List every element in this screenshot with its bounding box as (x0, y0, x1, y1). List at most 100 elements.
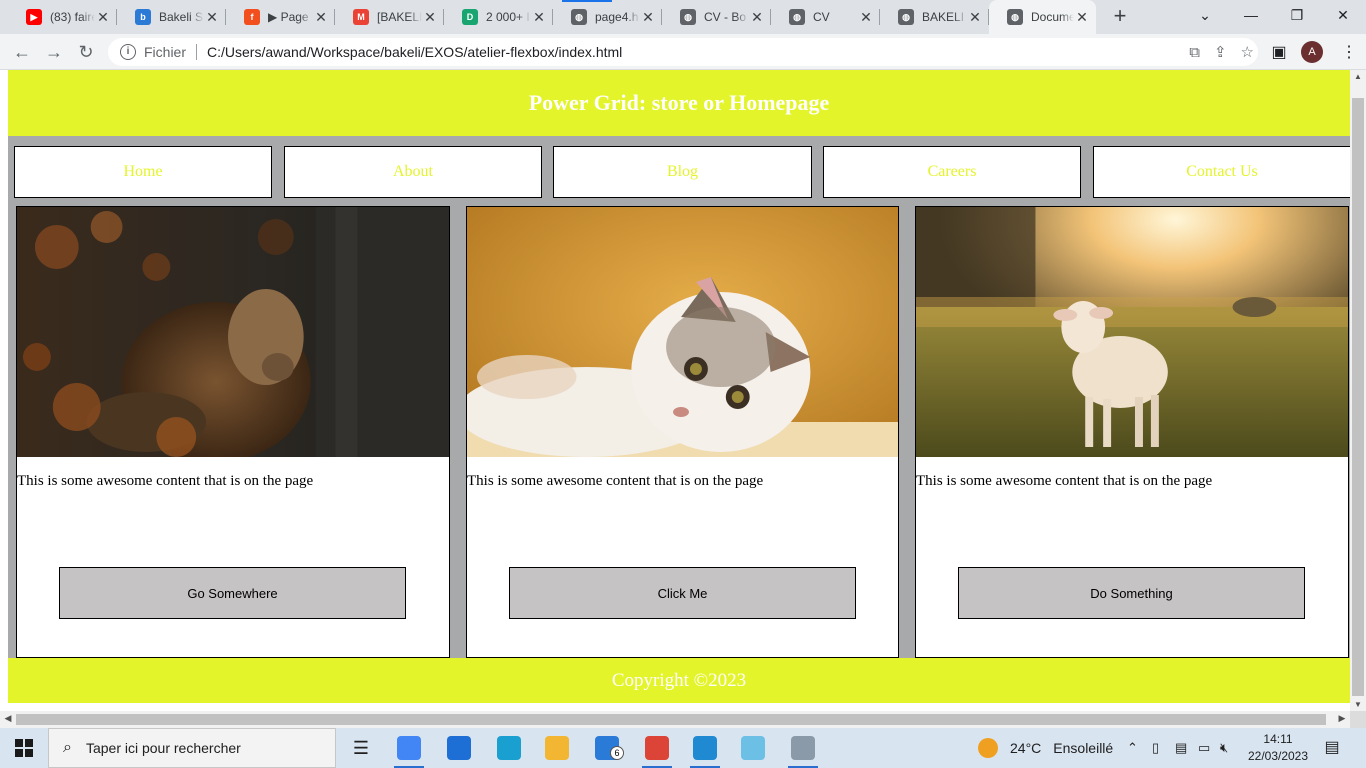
vertical-scroll-thumb[interactable] (1352, 98, 1364, 696)
tab-title: page4.h (595, 10, 639, 24)
browser-tab[interactable]: b Bakeli SI ✕ (117, 0, 226, 34)
tray-chevron-icon[interactable]: ⌃ (1127, 728, 1138, 768)
search-placeholder: Taper ici pour rechercher (85, 740, 241, 756)
tab-close-icon[interactable]: ✕ (640, 9, 656, 26)
forward-icon[interactable]: → (42, 40, 66, 64)
tab-close-icon[interactable]: ✕ (967, 9, 983, 26)
nav-careers[interactable]: Careers (823, 146, 1081, 198)
browser-tab[interactable]: ▶ (83) faire ✕ (8, 0, 117, 34)
restore-button[interactable]: ❐ (1274, 0, 1320, 30)
tab-close-icon[interactable]: ✕ (749, 9, 765, 26)
volume-muted-icon[interactable]: 🔇︎ (1220, 728, 1228, 768)
card-lamb: This is some awesome content that is on … (915, 206, 1349, 658)
photos-app[interactable] (780, 728, 826, 768)
address-bar[interactable]: i Fichier C:/Users/awand/Workspace/bakel… (108, 38, 1258, 66)
browser-tab[interactable]: ◍ CV - Bo ✕ (662, 0, 771, 34)
scroll-right-icon[interactable]: ▶ (1334, 713, 1350, 724)
chrome-profile-app[interactable] (386, 728, 432, 768)
scroll-down-icon[interactable]: ▼ (1350, 700, 1366, 709)
tab-close-icon[interactable]: ✕ (531, 9, 547, 26)
close-window-button[interactable]: ✕ (1320, 0, 1366, 30)
nav-contact-us[interactable]: Contact Us (1093, 146, 1350, 198)
taskbar-search[interactable]: ⌕ Taper ici pour rechercher (48, 728, 336, 768)
share-icon[interactable]: ⇪ (1214, 43, 1227, 61)
scroll-left-icon[interactable]: ◀ (0, 713, 16, 724)
side-panel-icon[interactable]: ▣ (1268, 42, 1290, 64)
store-app[interactable] (436, 728, 482, 768)
card-text: This is some awesome content that is on … (17, 473, 314, 489)
search-icon: ⌕ (63, 739, 72, 756)
nav-home[interactable]: Home (14, 146, 272, 198)
git-app-icon (741, 736, 765, 760)
browser-tab[interactable]: ◍ CV ✕ (771, 0, 880, 34)
chrome-app[interactable] (634, 728, 680, 768)
tab-search-icon[interactable]: ⌄ (1182, 0, 1228, 30)
edge-app[interactable] (486, 728, 532, 768)
tab-strip: ▶ (83) faire ✕ b Bakeli SI ✕ f ▶ Page ✕ M [BAKELI]… (0, 0, 1366, 34)
click-me-button[interactable]: Click Me (509, 567, 856, 619)
back-icon[interactable]: ← (10, 40, 34, 64)
card-text: This is some awesome content that is on … (916, 473, 1213, 489)
git-app[interactable] (730, 728, 776, 768)
tab-title: BAKELI (922, 10, 965, 24)
mail-app[interactable]: 6 (584, 728, 630, 768)
figma-icon: f (244, 9, 260, 25)
weather-widget[interactable]: 24°C Ensoleillé (978, 728, 1113, 768)
system-clock[interactable]: 14:11 22/03/2023 (1240, 731, 1316, 765)
site-header: Power Grid: store or Homepage (8, 70, 1350, 136)
tab-title: Bakeli SI (159, 10, 204, 24)
clock-date: 22/03/2023 (1247, 749, 1309, 763)
minimize-button[interactable]: — (1228, 0, 1274, 30)
horizontal-scrollbar[interactable]: ◀ ▶ (0, 711, 1350, 728)
file-explorer-app[interactable] (534, 728, 580, 768)
browser-tab[interactable]: D 2 000+ I ✕ (444, 0, 553, 34)
start-button[interactable] (0, 728, 48, 768)
vscode-app[interactable] (682, 728, 728, 768)
tab-close-icon[interactable]: ✕ (95, 9, 111, 26)
scroll-up-icon[interactable]: ▲ (1350, 72, 1366, 81)
tab-title: CV (813, 10, 830, 24)
copyright-text: Copyright ©2023 (611, 669, 747, 691)
tab-close-icon[interactable]: ✕ (858, 9, 874, 26)
photos-app-icon (791, 736, 815, 760)
tab-close-icon[interactable]: ✕ (313, 9, 329, 26)
store-app-icon (447, 736, 471, 760)
tab-close-icon[interactable]: ✕ (1074, 9, 1090, 26)
browser-tab[interactable]: M [BAKELI] ✕ (335, 0, 444, 34)
page-viewport: Power Grid: store or Homepage Home About… (0, 70, 1350, 711)
reload-icon[interactable]: ↻ (74, 40, 98, 64)
info-icon[interactable]: i (120, 44, 136, 60)
new-tab-button[interactable]: + (1108, 5, 1132, 29)
browser-tab[interactable]: ◍ Docume ✕ (989, 0, 1096, 34)
do-something-button[interactable]: Do Something (958, 567, 1305, 619)
profile-avatar[interactable]: A (1301, 41, 1323, 63)
browser-tab[interactable]: f ▶ Page ✕ (226, 0, 335, 34)
bookmark-star-icon[interactable]: ☆ (1241, 43, 1254, 61)
scheme-label: Fichier (144, 44, 187, 60)
task-view-icon[interactable]: ☰ (338, 728, 384, 768)
windows-logo-icon (15, 739, 33, 757)
network-icon[interactable]: ▤ (1175, 728, 1187, 768)
translate-icon[interactable]: ⧉ (1189, 44, 1200, 61)
address-divider (196, 44, 198, 60)
display-icon[interactable]: ▭ (1198, 728, 1210, 768)
weather-condition: Ensoleillé (1053, 740, 1114, 756)
horizontal-scroll-thumb[interactable] (16, 714, 1326, 725)
browser-tab[interactable]: ◍ page4.h ✕ (553, 0, 662, 34)
browser-toolbar: ← → ↻ i Fichier C:/Users/awand/Workspace… (0, 34, 1366, 70)
url-text[interactable]: C:/Users/awand/Workspace/bakeli/EXOS/ate… (207, 44, 622, 60)
notifications-icon[interactable]: ▤ (1320, 736, 1344, 760)
nav-about[interactable]: About (284, 146, 542, 198)
menu-kebab-icon[interactable]: ⋮ (1338, 42, 1360, 64)
tab-title: Docume (1031, 10, 1074, 24)
globe-icon: ◍ (898, 9, 914, 25)
nav-blog[interactable]: Blog (553, 146, 812, 198)
tab-close-icon[interactable]: ✕ (422, 9, 438, 26)
browser-tab[interactable]: ◍ BAKELI ✕ (880, 0, 989, 34)
vertical-scrollbar[interactable]: ▲ ▼ (1350, 70, 1366, 711)
battery-icon[interactable]: ▯ (1152, 728, 1159, 768)
go-somewhere-button[interactable]: Go Somewhere (59, 567, 406, 619)
address-bar-actions: ⧉ ⇪ ☆ (1189, 38, 1254, 66)
vscode-app-icon (693, 736, 717, 760)
tab-close-icon[interactable]: ✕ (204, 9, 220, 26)
